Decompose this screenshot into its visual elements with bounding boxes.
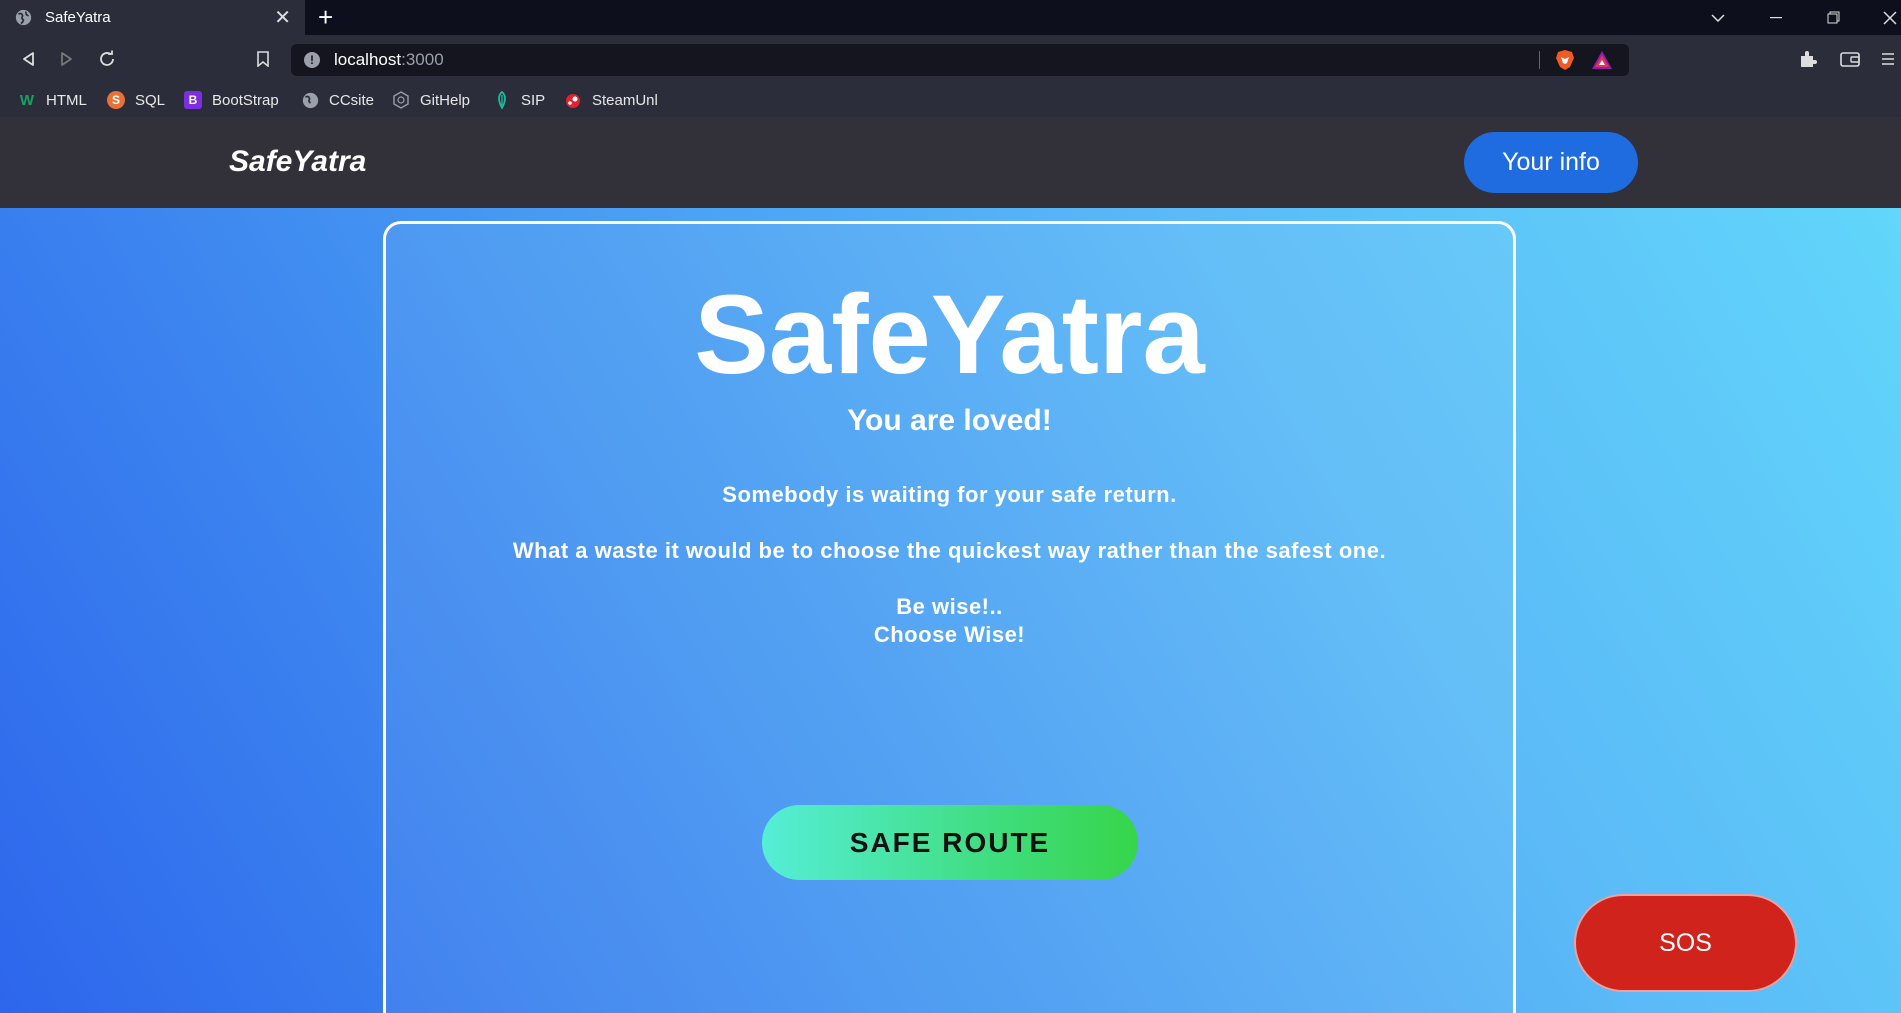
forward-icon[interactable] — [49, 35, 85, 83]
restore-icon[interactable] — [1805, 0, 1861, 35]
bookmark-steamunl[interactable]: SteamUnl — [564, 83, 658, 117]
divider — [1539, 51, 1540, 69]
extensions-icon[interactable] — [1790, 35, 1826, 83]
bootstrap-icon: B — [184, 91, 202, 109]
message-line-3: Be wise!.. — [896, 594, 1003, 619]
w-icon: W — [19, 91, 35, 109]
bookmarks-bar: W HTML S SQL B BootStrap CCsite GitHelp … — [0, 83, 1901, 117]
hero-card: SafeYatra You are loved! Somebody is wai… — [383, 221, 1516, 1013]
browser-tab-strip: SafeYatra ✕ + — [0, 0, 1901, 35]
bookmark-label: SQL — [135, 91, 166, 109]
hero-title: SafeYatra — [694, 272, 1205, 397]
bookmark-label: BootStrap — [212, 91, 279, 109]
brave-shield-icon[interactable] — [1555, 49, 1575, 71]
your-info-button[interactable]: Your info — [1464, 132, 1638, 193]
hero-subtitle: You are loved! — [847, 404, 1052, 437]
message-line-2: What a waste it would be to choose the q… — [512, 538, 1387, 563]
wallet-icon[interactable] — [1832, 35, 1868, 83]
bookmark-label: SIP — [521, 91, 546, 109]
tab-title: SafeYatra — [45, 9, 111, 26]
message-line-4: Choose Wise! — [873, 622, 1026, 647]
github-icon — [392, 91, 410, 109]
safe-route-button[interactable]: SAFE ROUTE — [762, 805, 1138, 880]
bookmark-label: SteamUnl — [592, 91, 658, 109]
bookmark-label: CCsite — [329, 91, 375, 109]
bookmark-sip[interactable]: SIP — [493, 83, 545, 117]
bookmark-ccsite[interactable]: CCsite — [301, 83, 374, 117]
site-info-icon[interactable]: ! — [304, 52, 320, 68]
menu-icon[interactable] — [1875, 35, 1901, 83]
bookmark-sql[interactable]: S SQL — [107, 83, 165, 117]
bookmark-githelp[interactable]: GitHelp — [392, 83, 470, 117]
message-line-1: Somebody is waiting for your safe return… — [722, 482, 1177, 507]
browser-tab[interactable]: SafeYatra ✕ — [0, 0, 305, 35]
brave-rewards-icon[interactable] — [1591, 50, 1613, 70]
tab-close-icon[interactable]: ✕ — [274, 8, 291, 28]
site-navbar: SafeYatra Your info — [0, 117, 1901, 208]
brand-logo[interactable]: SafeYatra — [229, 145, 366, 179]
steam-icon — [564, 91, 582, 109]
sos-button[interactable]: SOS — [1574, 894, 1797, 992]
page-viewport: SafeYatra Your info SafeYatra You are lo… — [0, 117, 1901, 1013]
minimize-icon[interactable] — [1748, 0, 1804, 35]
back-icon[interactable] — [10, 35, 46, 83]
leaf-icon — [493, 91, 511, 109]
bookmark-html[interactable]: W HTML — [18, 83, 87, 117]
bookmark-bootstrap[interactable]: B BootStrap — [184, 83, 279, 117]
tab-search-chevron-icon[interactable] — [1690, 0, 1746, 35]
s-icon: S — [107, 91, 125, 109]
browser-toolbar: ! localhost:3000 — [0, 35, 1901, 83]
bookmark-icon[interactable] — [245, 35, 281, 83]
url-text[interactable]: localhost:3000 — [334, 50, 444, 70]
bookmark-label: GitHelp — [420, 91, 471, 109]
close-window-icon[interactable] — [1862, 0, 1901, 35]
address-bar[interactable]: ! localhost:3000 — [291, 44, 1629, 76]
bookmark-label: HTML — [46, 91, 87, 109]
reload-icon[interactable] — [89, 35, 125, 83]
new-tab-button[interactable]: + — [318, 4, 333, 30]
globe-icon — [301, 91, 319, 109]
globe-icon — [15, 9, 32, 26]
